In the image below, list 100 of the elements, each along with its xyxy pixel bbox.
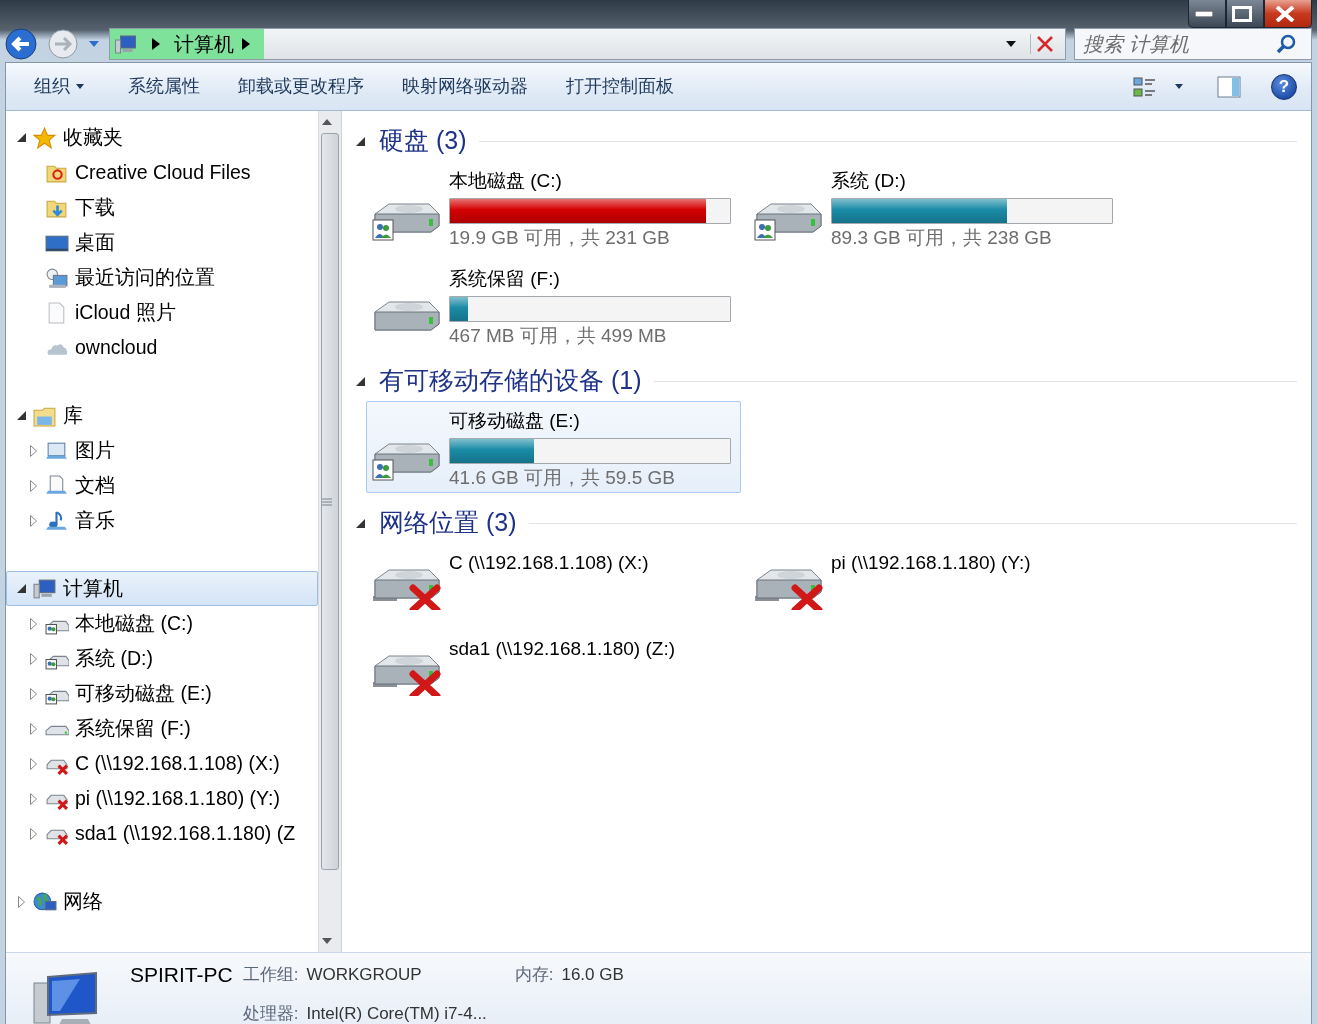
caret-down-icon <box>322 938 332 944</box>
tree-item[interactable]: 系统 (D:) <box>6 641 318 676</box>
star-icon <box>33 126 57 149</box>
grip-icon <box>322 497 332 506</box>
tree-item[interactable]: 网络 <box>6 884 318 919</box>
expanded-arrow-icon <box>16 411 26 420</box>
tree-item[interactable]: owncloud <box>6 330 318 365</box>
drive-usage: 467 MB 可用，共 499 MB <box>449 324 668 348</box>
drive-tile[interactable]: 系统保留 (F:) 467 MB 可用，共 499 MB <box>366 259 741 351</box>
collapsed-arrow-icon <box>29 722 37 735</box>
tree-item[interactable]: 文档 <box>6 468 318 503</box>
tree-item[interactable]: 本地磁盘 (C:) <box>6 606 318 641</box>
collapsed-arrow-icon <box>29 792 37 805</box>
detail-label: 工作组: <box>242 964 299 986</box>
recent-places-icon <box>45 266 69 289</box>
tree-item[interactable]: 桌面 <box>6 225 318 260</box>
computer-icon <box>33 577 57 600</box>
help-button[interactable]: ? <box>1271 73 1297 100</box>
drive-name: 本地磁盘 (C:) <box>449 169 563 193</box>
music-icon <box>45 509 69 532</box>
tree-item[interactable]: 收藏夹 <box>6 120 318 155</box>
expanded-arrow-icon <box>16 584 26 593</box>
search-field[interactable]: 搜索 计算机 <box>1074 28 1312 60</box>
detail-value: Intel(R) Core(TM) i7-4... <box>306 1003 487 1024</box>
computer-name: SPIRIT-PC <box>130 962 233 988</box>
close-icon <box>1035 34 1055 54</box>
drive-name: 系统 (D:) <box>831 169 907 193</box>
tree-item[interactable]: 最近访问的位置 <box>6 260 318 295</box>
drive-tile[interactable]: 系统 (D:) 89.3 GB 可用，共 238 GB <box>748 161 1123 253</box>
tree-item[interactable]: pi (\\192.168.1.180) (Y:) <box>6 781 318 816</box>
detail-value: 16.0 GB <box>561 964 624 986</box>
drive-name: 系统保留 (F:) <box>449 267 561 291</box>
network-drive-tile[interactable]: C (\\192.168.1.108) (X:) <box>366 543 741 623</box>
collapsed-arrow-icon <box>29 444 37 457</box>
detail-value: WORKGROUP <box>306 964 422 986</box>
minimize-icon <box>1195 10 1213 17</box>
caret-icon <box>1175 84 1183 89</box>
minimize-button[interactable] <box>1188 0 1226 28</box>
documents-icon <box>45 474 69 497</box>
expanded-arrow-icon <box>16 133 26 142</box>
collapsed-arrow-icon <box>29 757 37 770</box>
tree-item[interactable]: 库 <box>6 398 318 433</box>
network-drive-tile[interactable]: sda1 (\\192.168.1.180) (Z:) <box>366 629 741 709</box>
drive-name: 可移动磁盘 (E:) <box>449 409 581 433</box>
tree-item[interactable]: 音乐 <box>6 503 318 538</box>
collapsed-arrow-icon <box>17 895 25 908</box>
caret-icon <box>89 41 99 47</box>
detail-label: 处理器: <box>242 1003 299 1024</box>
maximize-icon <box>1232 5 1252 22</box>
tree-item[interactable]: iCloud 照片 <box>6 295 318 330</box>
caret-icon <box>76 84 84 89</box>
preview-pane-icon <box>1217 75 1241 98</box>
computer-icon <box>114 34 138 54</box>
collapsed-arrow-icon <box>29 514 37 527</box>
toolbar-button[interactable]: 系统属性 <box>114 69 214 104</box>
scrollbar[interactable] <box>318 111 342 952</box>
drive-name: sda1 (\\192.168.1.180) (Z:) <box>449 637 675 661</box>
collapsed-arrow-icon <box>29 687 37 700</box>
toolbar-button[interactable]: 打开控制面板 <box>552 69 688 104</box>
toolbar-button[interactable]: 卸载或更改程序 <box>224 69 378 104</box>
expanded-arrow-icon <box>356 136 365 146</box>
drive-usage: 89.3 GB 可用，共 238 GB <box>831 226 1053 250</box>
network-icon <box>33 890 57 913</box>
tree-item[interactable]: 可移动磁盘 (E:) <box>6 676 318 711</box>
expanded-arrow-icon <box>356 376 365 386</box>
detail-label: 内存: <box>514 964 554 986</box>
collapsed-arrow-icon <box>29 479 37 492</box>
group-header: 网络位置 (3) <box>379 507 517 539</box>
chevron-icon <box>152 38 160 50</box>
drive-name: pi (\\192.168.1.180) (Y:) <box>831 551 1031 575</box>
toolbar-button[interactable]: 组织 <box>20 69 104 104</box>
drive-usage: 41.6 GB 可用，共 59.5 GB <box>449 466 676 490</box>
collapsed-arrow-icon <box>29 827 37 840</box>
collapsed-arrow-icon <box>29 617 37 630</box>
caret-icon <box>1006 41 1016 47</box>
drive-usage: 19.9 GB 可用，共 231 GB <box>449 226 671 250</box>
address-bar[interactable]: 计算机 <box>109 28 1066 60</box>
group-header: 硬盘 (3) <box>379 125 467 157</box>
tree-item[interactable]: 图片 <box>6 433 318 468</box>
drive-tile[interactable]: 可移动磁盘 (E:) 41.6 GB 可用，共 59.5 GB <box>366 401 741 493</box>
group-header: 有可移动存储的设备 (1) <box>379 365 642 397</box>
tree-item[interactable]: sda1 (\\192.168.1.180) (Z <box>6 816 318 851</box>
caret-up-icon <box>322 119 332 125</box>
tree-item[interactable]: 计算机 <box>6 571 318 606</box>
close-icon <box>1275 5 1295 22</box>
drive-name: C (\\192.168.1.108) (X:) <box>449 551 649 575</box>
chevron-icon <box>242 38 250 50</box>
close-button[interactable] <box>1264 0 1312 28</box>
tree-item[interactable]: C (\\192.168.1.108) (X:) <box>6 746 318 781</box>
drive-tile[interactable]: 本地磁盘 (C:) 19.9 GB 可用，共 231 GB <box>366 161 741 253</box>
expanded-arrow-icon <box>356 518 365 528</box>
view-list-icon <box>1133 75 1157 98</box>
tree-item[interactable]: 下载 <box>6 190 318 225</box>
network-drive-tile[interactable]: pi (\\192.168.1.180) (Y:) <box>748 543 1123 623</box>
tree-item[interactable]: 系统保留 (F:) <box>6 711 318 746</box>
collapsed-arrow-icon <box>29 652 37 665</box>
tree-item[interactable]: Creative Cloud Files <box>6 155 318 190</box>
search-icon <box>1276 34 1296 54</box>
toolbar-button[interactable]: 映射网络驱动器 <box>388 69 542 104</box>
maximize-button[interactable] <box>1226 0 1264 28</box>
